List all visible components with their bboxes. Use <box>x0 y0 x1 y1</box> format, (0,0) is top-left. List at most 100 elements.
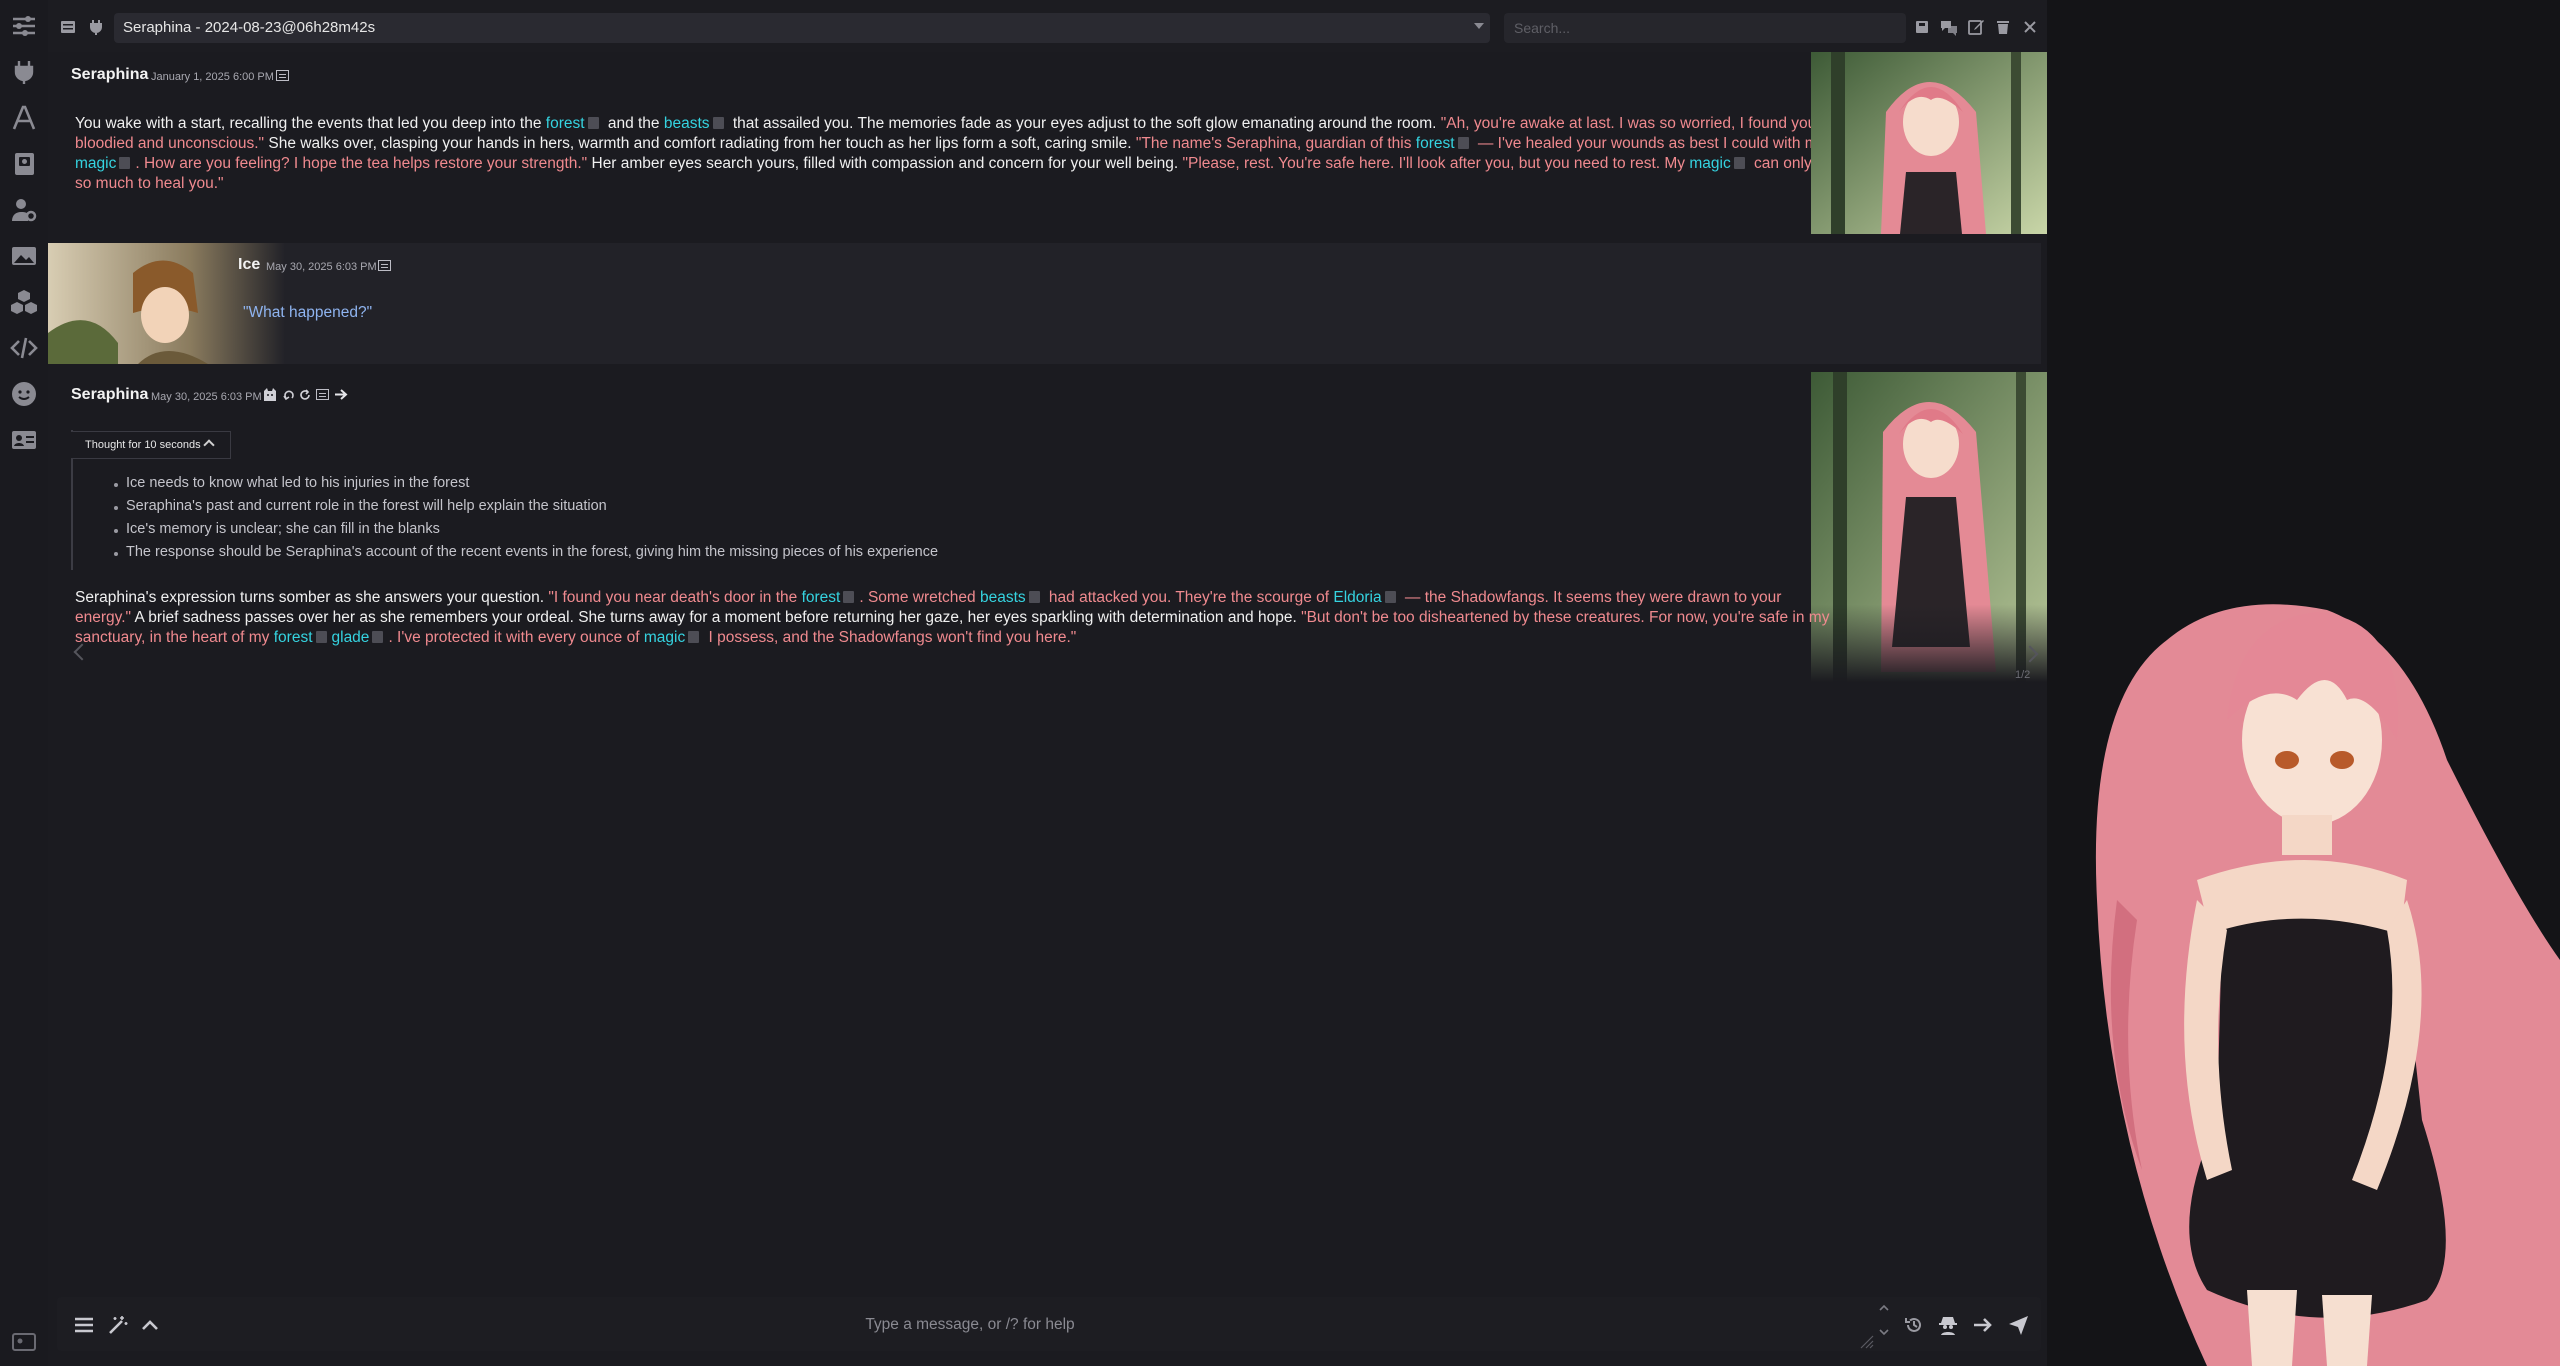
sliders-icon[interactable] <box>8 10 40 42</box>
narration-text: that assailed you. The memories fade as … <box>728 115 1441 132</box>
menu-icon[interactable] <box>57 16 79 38</box>
continue-arrow-icon[interactable] <box>1970 1312 1996 1338</box>
keyword-chip-icon <box>1384 591 1396 603</box>
narration-text: and the <box>603 115 664 132</box>
scroll-up-icon[interactable] <box>1877 1302 1891 1312</box>
chats-icon[interactable] <box>1938 16 1960 38</box>
narration-text: Her amber eyes search yours, filled with… <box>587 155 1183 172</box>
user-secret-icon[interactable] <box>1935 1312 1961 1338</box>
narration-text: She walks over, clasping your hands in h… <box>264 135 1136 152</box>
keyword-chip-icon <box>1457 137 1469 149</box>
history-icon[interactable] <box>1901 1312 1927 1338</box>
message-author: Ice <box>238 256 261 273</box>
narration-text: Seraphina's expression turns somber as s… <box>75 589 549 606</box>
keyword-chip-icon <box>1733 157 1745 169</box>
keyword-link[interactable]: magic <box>75 155 116 172</box>
send-icon[interactable] <box>2005 1312 2031 1338</box>
keyword-chip-icon <box>688 631 700 643</box>
options-menu-icon[interactable] <box>71 1312 97 1338</box>
keyword-link[interactable]: beasts <box>664 115 710 132</box>
message-author: Seraphina <box>71 386 149 403</box>
book-icon[interactable] <box>8 148 40 180</box>
reasoning-item: Seraphina's past and current role in the… <box>114 498 607 514</box>
id-card-small-icon[interactable] <box>8 1326 40 1358</box>
keyword-link[interactable]: forest <box>1416 135 1455 152</box>
message-ice: Ice May 30, 2025 6:03 PM "What happened?… <box>48 243 2041 364</box>
arrow-right-icon[interactable] <box>334 388 348 401</box>
seraphina-avatar[interactable] <box>1811 52 2048 234</box>
message-author: Seraphina <box>71 66 149 83</box>
image-icon[interactable] <box>8 240 40 272</box>
plug-small-icon[interactable] <box>85 16 107 38</box>
chat-select[interactable]: Seraphina - 2024-08-23@06h28m42s <box>114 13 1490 43</box>
narration-text: A brief sadness passes over her as she r… <box>131 609 1302 626</box>
message-seraphina-1: Seraphina January 1, 2025 6:00 PM You wa… <box>48 52 2048 242</box>
regenerate-icon[interactable] <box>299 389 311 401</box>
message-timestamp: January 1, 2025 6:00 PM <box>151 71 274 83</box>
dialogue-text: . I've protected it with every ounce of <box>388 629 644 646</box>
keyword-link[interactable]: magic <box>644 629 685 646</box>
chevron-up-icon[interactable] <box>137 1312 163 1338</box>
message-timestamp: May 30, 2025 6:03 PM <box>151 391 262 403</box>
swipe-counter: 1/2 <box>2015 669 2031 681</box>
keyword-link[interactable]: glade <box>332 629 370 646</box>
font-icon[interactable] <box>8 102 40 134</box>
keyword-chip-icon <box>712 117 724 129</box>
message-input[interactable] <box>173 1307 1767 1343</box>
character-sprite-panel <box>2047 0 2560 1366</box>
search-input[interactable] <box>1504 13 1906 43</box>
close-icon[interactable] <box>2019 16 2041 38</box>
message-text: "What happened?" <box>243 304 373 321</box>
narration-text: You wake with a start, recalling the eve… <box>75 115 546 132</box>
keyword-link[interactable]: beasts <box>980 589 1026 606</box>
message-text: Seraphina's expression turns somber as s… <box>75 588 1835 648</box>
undo-icon[interactable] <box>283 389 295 401</box>
message-timestamp: May 30, 2025 6:03 PM <box>266 261 377 273</box>
message-text: You wake with a start, recalling the eve… <box>75 114 1835 194</box>
dialogue-text: I possess, and the Shadowfangs won't fin… <box>704 629 1077 646</box>
cubes-icon[interactable] <box>8 286 40 318</box>
save-icon[interactable] <box>1911 16 1933 38</box>
reasoning-icon <box>264 388 276 401</box>
reasoning-label: Thought for 10 seconds <box>85 439 201 451</box>
dialogue-text: — I've healed your wounds as best I coul… <box>1473 135 1826 152</box>
keyword-chip-icon <box>119 157 131 169</box>
keyword-chip-icon <box>315 631 327 643</box>
code-icon[interactable] <box>8 332 40 364</box>
dialogue-text: "Please, rest. You're safe here. I'll lo… <box>1182 155 1690 172</box>
keyword-chip-icon <box>587 117 599 129</box>
keyword-chip-icon <box>843 591 855 603</box>
keyword-link[interactable]: forest <box>802 589 841 606</box>
reasoning-item: Ice's memory is unclear; she can fill in… <box>114 521 440 537</box>
reasoning-toggle[interactable]: Thought for 10 seconds <box>71 431 231 459</box>
magic-wand-icon[interactable] <box>105 1312 131 1338</box>
chat-panel: Seraphina - 2024-08-23@06h28m42s Seraphi… <box>48 0 2048 1366</box>
seraphina-avatar[interactable] <box>1811 372 2048 682</box>
trash-icon[interactable] <box>1992 16 2014 38</box>
keyword-link[interactable]: Eldoria <box>1333 589 1381 606</box>
message-input-bar <box>57 1297 2041 1351</box>
plug-icon[interactable] <box>8 56 40 88</box>
chat-select-value: Seraphina - 2024-08-23@06h28m42s <box>123 19 376 36</box>
scroll-down-icon[interactable] <box>1877 1328 1891 1338</box>
chat-top-bar: Seraphina - 2024-08-23@06h28m42s <box>48 0 2047 52</box>
keyword-link[interactable]: magic <box>1689 155 1730 172</box>
message-menu-icon[interactable] <box>378 260 391 271</box>
dialogue-text: "I found you near death's door in the <box>548 589 802 606</box>
chevron-up-icon <box>203 439 215 451</box>
resize-handle-icon[interactable] <box>1860 1335 1874 1349</box>
reasoning-item: Ice needs to know what led to his injuri… <box>113 475 470 491</box>
message-menu-icon[interactable] <box>276 70 289 81</box>
face-icon[interactable] <box>8 378 40 410</box>
chevron-down-icon <box>1474 23 1484 29</box>
message-menu-icon[interactable] <box>316 389 329 400</box>
id-card-icon[interactable] <box>8 424 40 456</box>
left-nav-rail <box>0 0 48 1366</box>
keyword-link[interactable]: forest <box>546 115 585 132</box>
edit-icon[interactable] <box>1965 16 1987 38</box>
dialogue-text: "The name's Seraphina, guardian of this <box>1135 135 1416 152</box>
seraphina-sprite <box>2095 604 2560 1366</box>
keyword-link[interactable]: forest <box>274 629 313 646</box>
keyword-chip-icon <box>1028 591 1040 603</box>
user-gear-icon[interactable] <box>8 194 40 226</box>
